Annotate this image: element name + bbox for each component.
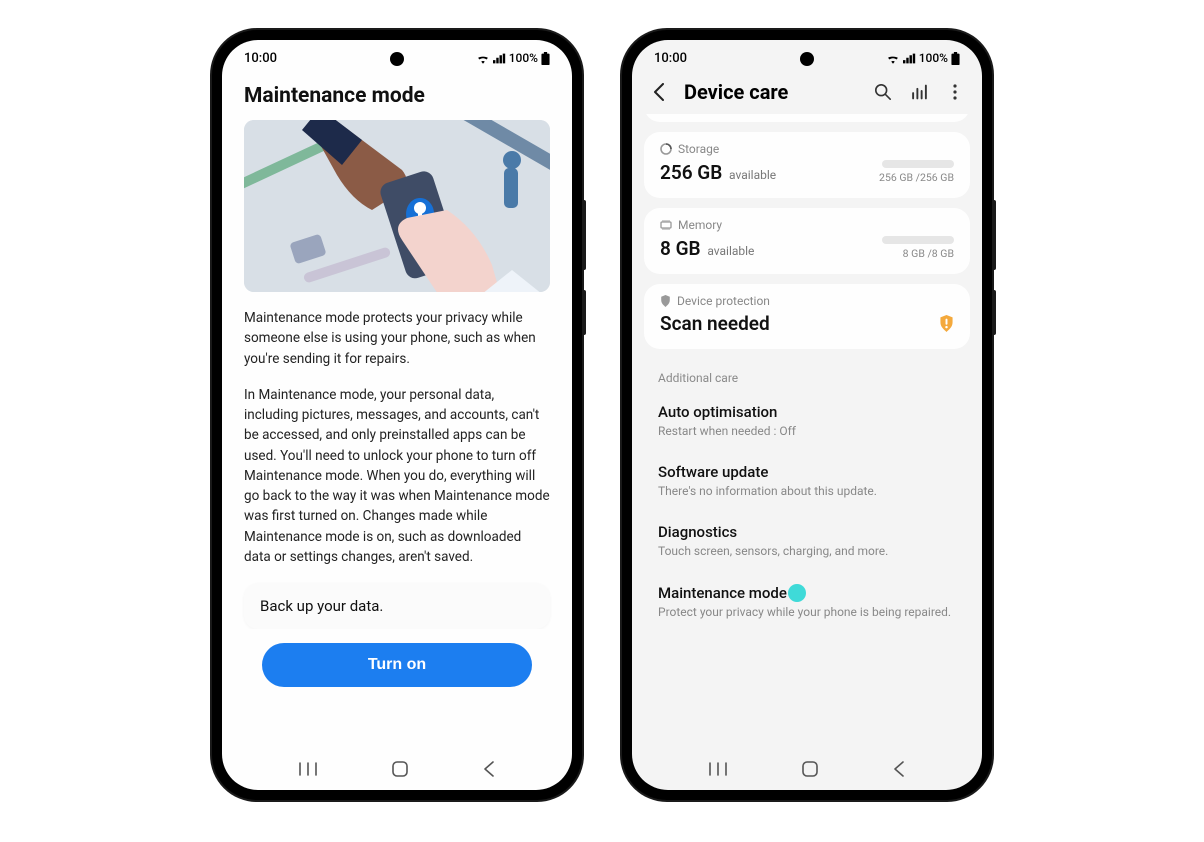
wifi-icon <box>476 53 490 64</box>
battery-icon <box>951 52 960 65</box>
item-sub: Restart when needed : Off <box>658 423 956 439</box>
page-title: Device care <box>684 80 858 104</box>
battery-text: 100% <box>919 51 948 65</box>
storage-block[interactable]: Storage 256 GB available 256 GB /256 GB <box>644 132 970 198</box>
battery-icon <box>541 52 550 65</box>
turn-on-button[interactable]: Turn on <box>262 643 532 687</box>
back-icon[interactable] <box>893 761 905 777</box>
signal-icon <box>903 53 916 64</box>
memory-bar <box>882 236 954 244</box>
back-icon[interactable] <box>483 761 495 777</box>
highlight-marker <box>788 584 806 602</box>
wifi-icon <box>886 53 900 64</box>
memory-block[interactable]: Memory 8 GB available 8 GB /8 GB <box>644 208 970 274</box>
item-sub: Protect your privacy while your phone is… <box>658 604 956 620</box>
battery-text: 100% <box>509 51 538 65</box>
item-software-update[interactable]: Software update There's no information a… <box>632 451 982 511</box>
screen-maintenance-mode: 10:00 100% Maintenance mode <box>222 40 572 790</box>
recents-icon[interactable] <box>709 762 727 776</box>
scroll-area[interactable]: Maintenance mode protects your privacy w… <box>222 120 572 629</box>
status-time: 10:00 <box>244 51 277 66</box>
status-icons: 100% <box>886 51 960 65</box>
nav-bar <box>222 748 572 790</box>
nav-bar <box>632 748 982 790</box>
protection-value: Scan needed <box>660 312 770 335</box>
signal-icon <box>493 53 506 64</box>
storage-label: Storage <box>678 142 719 156</box>
stat-block-partial[interactable] <box>644 114 970 122</box>
item-sub: There's no information about this update… <box>658 483 956 499</box>
camera-cutout <box>800 52 814 66</box>
memory-side: 8 GB /8 GB <box>903 247 954 260</box>
back-icon[interactable] <box>648 83 670 101</box>
storage-suffix: available <box>729 168 776 182</box>
status-time: 10:00 <box>654 51 687 66</box>
page-title: Maintenance mode <box>222 76 572 120</box>
protection-block[interactable]: Device protection Scan needed <box>644 284 970 349</box>
screen-device-care: 10:00 100% Device care <box>632 40 982 790</box>
status-icons: 100% <box>476 51 550 65</box>
backup-label: Back up your data. <box>260 597 383 615</box>
paragraph-1: Maintenance mode protects your privacy w… <box>244 308 550 369</box>
item-title: Diagnostics <box>658 523 956 541</box>
item-auto-optimisation[interactable]: Auto optimisation Restart when needed : … <box>632 391 982 451</box>
paragraph-2: In Maintenance mode, your personal data,… <box>244 385 550 567</box>
item-title: Maintenance mode <box>658 584 956 602</box>
backup-row[interactable]: Back up your data. <box>244 583 550 629</box>
camera-cutout <box>390 52 404 66</box>
header: Device care <box>632 76 982 114</box>
scroll-area[interactable]: Storage 256 GB available 256 GB /256 GB <box>632 114 982 748</box>
illustration <box>244 120 550 292</box>
item-maintenance-mode[interactable]: Maintenance mode Protect your privacy wh… <box>632 572 982 632</box>
item-title: Auto optimisation <box>658 403 956 421</box>
item-title: Software update <box>658 463 956 481</box>
item-sub: Touch screen, sensors, charging, and mor… <box>658 543 956 559</box>
shield-warning-icon <box>938 315 954 333</box>
storage-side: 256 GB /256 GB <box>879 171 954 184</box>
memory-value: 8 GB <box>660 237 701 260</box>
section-additional-care: Additional care <box>632 359 982 391</box>
protection-label: Device protection <box>677 294 770 308</box>
storage-icon <box>660 143 672 155</box>
memory-label: Memory <box>678 218 722 232</box>
shield-icon <box>660 295 671 307</box>
home-icon[interactable] <box>802 761 818 777</box>
recents-icon[interactable] <box>299 762 317 776</box>
storage-value: 256 GB <box>660 161 722 184</box>
chart-icon[interactable] <box>908 84 930 100</box>
memory-suffix: available <box>707 244 754 258</box>
phone-left: 10:00 100% Maintenance mode <box>212 30 582 800</box>
storage-bar <box>882 160 954 168</box>
item-diagnostics[interactable]: Diagnostics Touch screen, sensors, charg… <box>632 511 982 571</box>
memory-icon <box>660 220 672 230</box>
more-icon[interactable] <box>944 84 966 100</box>
phone-right: 10:00 100% Device care <box>622 30 992 800</box>
search-icon[interactable] <box>872 83 894 101</box>
home-icon[interactable] <box>392 761 408 777</box>
